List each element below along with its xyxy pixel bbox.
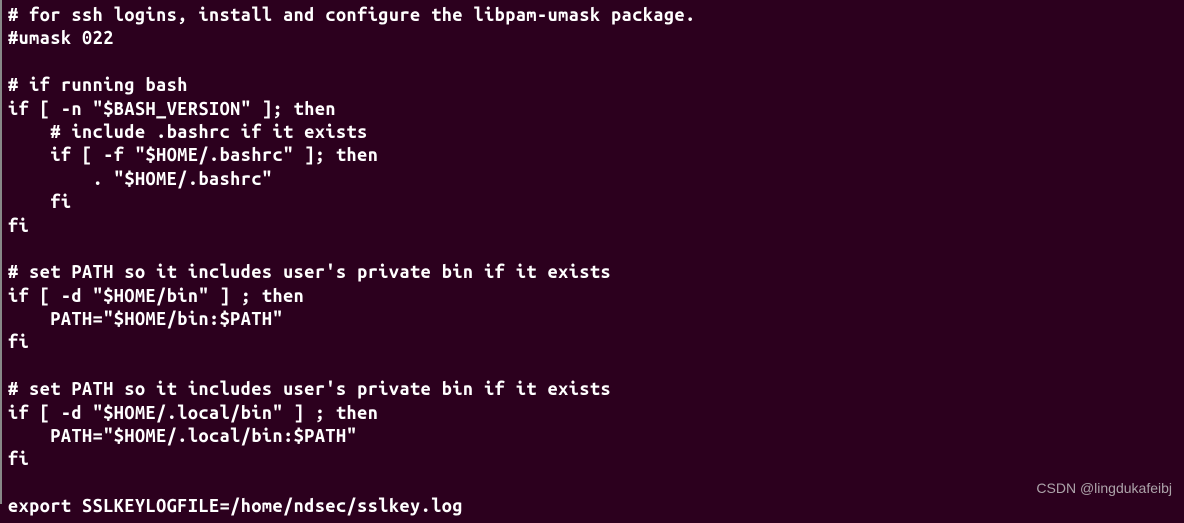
code-line: . "$HOME/.bashrc" xyxy=(8,169,273,189)
code-line: # include .bashrc if it exists xyxy=(8,122,368,142)
code-line: PATH="$HOME/.local/bin:$PATH" xyxy=(8,426,357,446)
code-line: # for ssh logins, install and configure … xyxy=(8,5,696,25)
code-line: fi xyxy=(8,192,71,212)
code-line: if [ -n "$BASH_VERSION" ]; then xyxy=(8,99,336,119)
code-line: export SSLKEYLOGFILE=/home/ndsec/sslkey.… xyxy=(8,496,463,516)
code-line: # set PATH so it includes user's private… xyxy=(8,262,611,282)
code-line: # set PATH so it includes user's private… xyxy=(8,379,611,399)
left-border xyxy=(0,0,2,504)
watermark-text: CSDN @lingdukafeibj xyxy=(1036,480,1172,496)
code-line: if [ -d "$HOME/.local/bin" ] ; then xyxy=(8,403,378,423)
code-line: #umask 022 xyxy=(8,28,114,48)
code-line: fi xyxy=(8,332,29,352)
code-line: PATH="$HOME/bin:$PATH" xyxy=(8,309,283,329)
code-line: fi xyxy=(8,449,29,469)
code-line: if [ -f "$HOME/.bashrc" ]; then xyxy=(8,145,378,165)
code-line: if [ -d "$HOME/bin" ] ; then xyxy=(8,286,304,306)
code-line: # if running bash xyxy=(8,75,188,95)
code-line: fi xyxy=(8,216,29,236)
terminal-viewport[interactable]: # for ssh logins, install and configure … xyxy=(0,0,1184,523)
